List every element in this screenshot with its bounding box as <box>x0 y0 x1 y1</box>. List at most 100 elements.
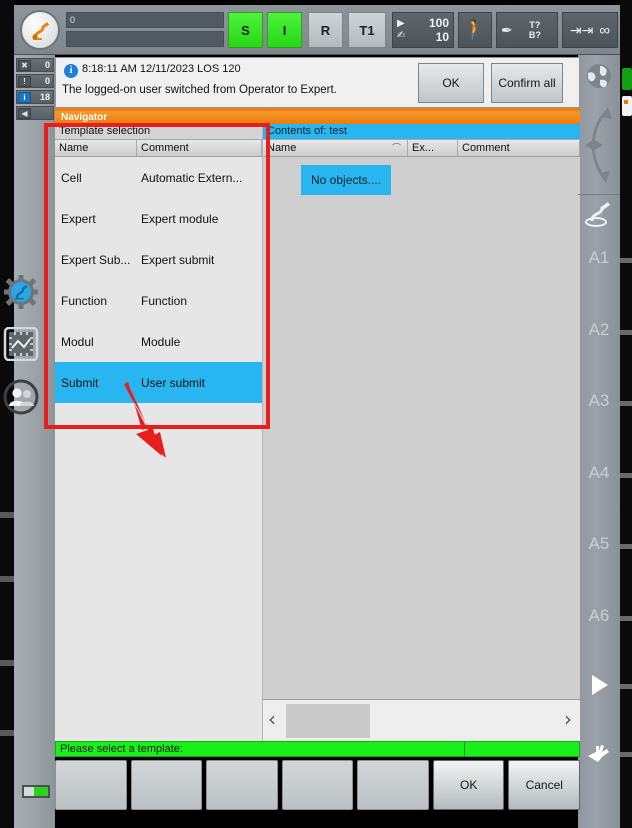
jog-arrows-glyph <box>585 107 612 183</box>
ack-message-counter[interactable]: ✖ 0 <box>16 58 54 72</box>
bezel-key-a6[interactable] <box>620 616 632 621</box>
jog-direction-icon[interactable] <box>578 100 620 190</box>
bezel-key-left-3[interactable] <box>0 660 14 666</box>
bezel-key-left-1[interactable] <box>0 512 14 518</box>
softkey-3[interactable] <box>206 760 278 810</box>
info-message-count: 18 <box>39 92 50 102</box>
template-comment: Expert module <box>141 211 219 226</box>
list-item[interactable]: Expert Expert module <box>55 198 262 239</box>
navigator-title-bar: Navigator <box>55 111 580 124</box>
operating-mode-label: T1 <box>359 22 375 38</box>
state-line-1: 0 <box>66 12 224 28</box>
robot-interpreter-button[interactable]: R <box>308 12 343 48</box>
battery-icon <box>22 785 50 798</box>
axis-label-a1[interactable]: A1 <box>578 248 620 268</box>
axis-label-a6[interactable]: A6 <box>578 606 620 626</box>
smartpad-screen: 0 S I R T1 ▶ ✍ 100 10 🚶 ✒ T? B? ⇥⇥ ∞ ✖ 0… <box>0 0 632 828</box>
chevron-right-icon[interactable]: › <box>564 708 572 730</box>
message-line-1: i 8:18:11 AM 12/11/2023 LOS 120 <box>62 61 412 78</box>
override-button[interactable]: ▶ ✍ 100 10 <box>392 12 454 48</box>
softkey-2[interactable] <box>130 760 203 810</box>
list-item[interactable]: Modul Module <box>55 321 262 362</box>
chevron-left-icon[interactable]: ‹ <box>268 708 276 730</box>
empty-placeholder: No objects.... <box>301 165 392 195</box>
play-triangle-icon[interactable] <box>578 672 620 698</box>
scrollbar-thumb[interactable] <box>286 704 370 738</box>
bezel-key-hand[interactable] <box>620 752 632 757</box>
play-icon: ▶ <box>397 18 405 29</box>
increment-button[interactable]: ⇥⇥ ∞ <box>562 12 618 48</box>
tool-base-button[interactable]: ✒ T? B? <box>496 12 558 48</box>
ack-message-icon: ✖ <box>18 59 31 71</box>
submit-interpreter-button[interactable]: S <box>228 12 263 48</box>
contents-column-headers: Name ⌒ Ex... Comment <box>263 140 580 157</box>
axis-label-a5[interactable]: A5 <box>578 534 620 554</box>
template-list[interactable]: Cell Automatic Extern... Expert Expert m… <box>55 157 262 741</box>
bezel-key-left-4[interactable] <box>0 730 14 736</box>
walking-person-icon: 🚶 <box>463 20 487 41</box>
bezel-key-a5[interactable] <box>620 544 632 549</box>
softkey-4[interactable] <box>281 760 354 810</box>
template-comment: Module <box>141 334 181 349</box>
walk-mode-button[interactable]: 🚶 <box>458 12 492 48</box>
configuration-gear-icon[interactable] <box>0 275 41 309</box>
softkey-row: OK Cancel <box>55 760 581 810</box>
softkey-5[interactable] <box>357 760 429 810</box>
robot-axis-glyph <box>585 202 610 227</box>
contents-list[interactable]: No objects.... <box>263 157 580 699</box>
list-item[interactable]: Cell Automatic Extern... <box>55 157 262 198</box>
list-item[interactable]: Expert Sub... Expert submit <box>55 239 262 280</box>
status-bar-divider <box>464 742 465 756</box>
cancel-button[interactable]: Cancel <box>508 760 581 810</box>
bezel-key-a3[interactable] <box>620 401 632 406</box>
list-item-selected[interactable]: Submit User submit <box>55 362 262 403</box>
ok-button-label: OK <box>460 778 478 792</box>
robot-axis-icon[interactable] <box>578 200 620 228</box>
info-message-counter[interactable]: i 18 <box>16 90 54 104</box>
drives-interpreter-button[interactable]: I <box>267 12 302 48</box>
navigator-body: Template selection Name Comment Cell Aut… <box>55 124 580 741</box>
column-header-name[interactable]: Name ⌒ <box>263 140 408 156</box>
column-header-comment[interactable]: Comment <box>137 140 262 156</box>
message-expand-toggle[interactable]: ◀ <box>16 106 54 120</box>
softkey-1[interactable] <box>55 760 127 810</box>
axis-label-a3[interactable]: A3 <box>578 391 620 411</box>
operating-mode-button[interactable]: T1 <box>348 12 386 48</box>
robot-arm-glyph <box>32 22 49 40</box>
warning-message-counter[interactable]: ! 0 <box>16 74 54 88</box>
world-coordinates-icon[interactable] <box>578 62 620 90</box>
bezel-key-play[interactable] <box>620 684 632 689</box>
list-item[interactable]: Function Function <box>55 280 262 321</box>
contents-pane: Contents of: test Name ⌒ Ex... Comment N… <box>263 124 580 741</box>
horizontal-scrollbar[interactable]: ‹ › <box>263 699 580 741</box>
ack-message-count: 0 <box>44 60 50 70</box>
message-confirm-all-label: Confirm all <box>498 76 556 90</box>
hand-jog-icon[interactable] <box>578 740 620 766</box>
display-keypad-icon[interactable] <box>0 327 41 361</box>
contents-pane-header: Contents of: test <box>263 124 580 140</box>
bezel-key-a2[interactable] <box>620 330 632 335</box>
kuka-robot-icon[interactable] <box>20 10 60 50</box>
template-comment: Expert submit <box>141 252 215 267</box>
sidebar-divider <box>578 194 620 195</box>
column-header-extension[interactable]: Ex... <box>408 140 458 156</box>
axis-label-a4[interactable]: A4 <box>578 463 620 483</box>
hand-icon: ✍ <box>397 30 406 41</box>
template-selection-pane: Template selection Name Comment Cell Aut… <box>55 124 263 741</box>
message-body: The logged-on user switched from Operato… <box>62 84 337 96</box>
user-group-glyph <box>3 379 38 415</box>
bezel-key-left-2[interactable] <box>0 576 14 582</box>
bezel-key-a1[interactable] <box>620 258 632 263</box>
message-ok-button[interactable]: OK <box>418 63 484 103</box>
message-counters: ✖ 0 ! 0 i 18 ◀ <box>16 58 54 122</box>
column-header-name[interactable]: Name <box>55 140 137 156</box>
axis-label-a2[interactable]: A2 <box>578 320 620 340</box>
user-group-icon[interactable] <box>0 379 41 415</box>
message-confirm-all-button[interactable]: Confirm all <box>491 63 563 103</box>
bezel-key-a4[interactable] <box>620 473 632 478</box>
message-window: i 8:18:11 AM 12/11/2023 LOS 120 The logg… <box>55 57 580 108</box>
increment-value: ∞ <box>599 21 611 39</box>
ok-button[interactable]: OK <box>432 760 505 810</box>
tool-icon: ✒ <box>501 22 513 38</box>
column-header-comment[interactable]: Comment <box>458 140 580 156</box>
